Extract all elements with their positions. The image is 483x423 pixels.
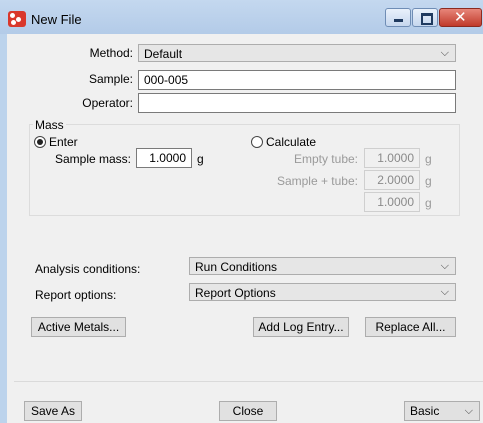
title-bar[interactable]: New File ✕ — [0, 0, 483, 34]
calculated-mass-unit: g — [425, 196, 432, 210]
report-options-label: Report options: — [35, 288, 117, 302]
empty-tube-label: Empty tube: — [293, 152, 358, 166]
sample-tube-label: Sample + tube: — [276, 174, 358, 188]
empty-tube-input[interactable]: 1.0000 — [364, 148, 420, 168]
calculate-label: Calculate — [266, 135, 317, 149]
footer-divider — [14, 381, 483, 382]
method-value: Default — [144, 47, 183, 61]
analysis-conditions-label: Analysis conditions: — [35, 262, 141, 276]
chevron-down-icon: ⌵ — [440, 285, 449, 298]
analysis-conditions-value: Run Conditions — [195, 260, 278, 274]
maximize-button[interactable] — [412, 8, 438, 27]
close-icon: ✕ — [454, 8, 467, 26]
window-title: New File — [31, 12, 82, 27]
sample-input[interactable]: 000-005 — [138, 70, 456, 90]
calculated-mass-field: 1.0000 — [364, 192, 420, 212]
replace-all-button[interactable]: Replace All... — [365, 317, 456, 337]
analysis-conditions-select[interactable]: Run Conditions ⌵ — [189, 257, 456, 275]
calculate-radio[interactable] — [251, 136, 263, 148]
app-logo-icon — [8, 11, 26, 27]
new-file-dialog: New File ✕ Method: Default ⌵ Sample: 000… — [0, 0, 483, 423]
report-options-select[interactable]: Report Options ⌵ — [189, 283, 456, 301]
close-button[interactable]: Close — [219, 401, 277, 421]
operator-input[interactable] — [138, 93, 456, 113]
method-label: Method: — [89, 46, 133, 60]
mass-legend: Mass — [33, 118, 66, 132]
sample-mass-input[interactable]: 1.0000 — [136, 148, 192, 168]
mode-value: Basic — [410, 404, 440, 418]
chevron-down-icon: ⌵ — [440, 259, 449, 272]
operator-label: Operator: — [82, 96, 133, 110]
sample-mass-unit: g — [197, 152, 204, 166]
method-select[interactable]: Default ⌵ — [138, 44, 456, 62]
sample-mass-label: Sample mass: — [54, 152, 131, 166]
sample-tube-unit: g — [425, 174, 432, 188]
empty-tube-unit: g — [425, 152, 432, 166]
enter-label: Enter — [49, 135, 78, 149]
active-metals-button[interactable]: Active Metals... — [31, 317, 126, 337]
sample-label: Sample: — [88, 72, 133, 86]
close-window-button[interactable]: ✕ — [439, 8, 482, 27]
add-log-entry-button[interactable]: Add Log Entry... — [253, 317, 349, 337]
save-as-button[interactable]: Save As — [24, 401, 82, 421]
sample-tube-input[interactable]: 2.0000 — [364, 170, 420, 190]
enter-radio[interactable] — [34, 136, 46, 148]
chevron-down-icon: ⌵ — [464, 404, 473, 417]
mode-select[interactable]: Basic ⌵ — [404, 401, 480, 421]
chevron-down-icon: ⌵ — [440, 46, 449, 59]
minimize-button[interactable] — [385, 8, 411, 27]
dialog-body: Method: Default ⌵ Sample: 000-005 Operat… — [7, 34, 483, 423]
report-options-value: Report Options — [195, 286, 276, 300]
